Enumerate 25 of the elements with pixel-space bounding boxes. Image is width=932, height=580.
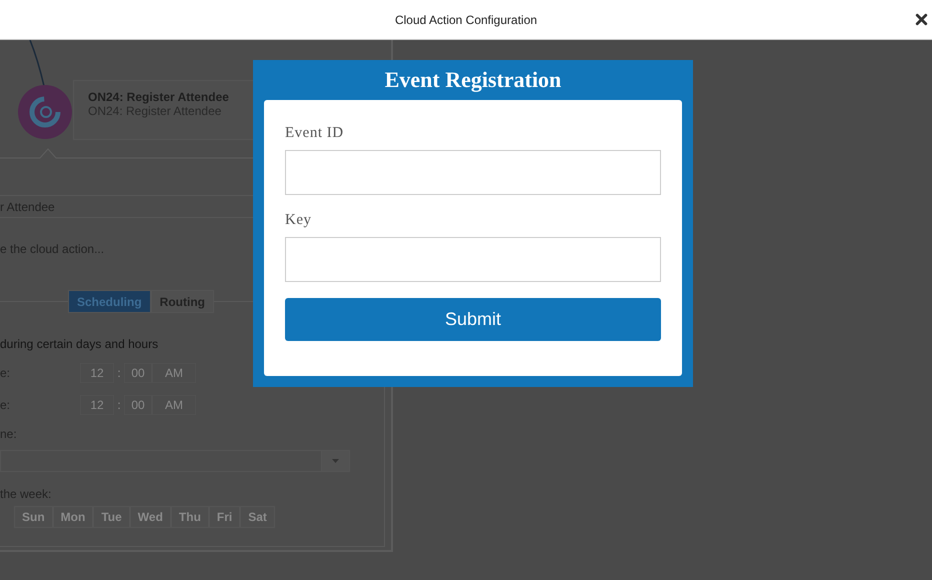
day-button[interactable]: Tue — [93, 506, 130, 528]
day-button[interactable]: Wed — [130, 506, 171, 528]
timezone-select[interactable] — [0, 450, 350, 472]
time-separator: : — [116, 398, 122, 412]
input-field[interactable] — [285, 237, 661, 282]
dropdown-button[interactable] — [321, 451, 349, 471]
minute-field[interactable]: 00 — [124, 363, 152, 383]
input-field[interactable] — [285, 150, 661, 195]
hour-field[interactable]: 12 — [80, 395, 114, 415]
field-label: Event ID — [285, 124, 345, 142]
submit-button[interactable]: Submit — [285, 298, 661, 341]
day-button[interactable]: Sun — [14, 506, 53, 528]
period-field[interactable]: AM — [152, 363, 196, 383]
window-title: Cloud Action Configuration — [394, 12, 538, 26]
day-button[interactable]: Fri — [208, 506, 240, 528]
hour-field[interactable]: 12 — [80, 363, 114, 383]
period-field[interactable]: AM — [152, 395, 196, 415]
day-button[interactable]: Thu — [170, 506, 209, 528]
schedule-label: during certain days and hours — [0, 336, 160, 352]
day-button[interactable]: Mon — [52, 506, 94, 528]
dialog-title: Event Registration — [384, 66, 562, 94]
minute-field[interactable]: 00 — [124, 395, 152, 415]
close-button[interactable] — [913, 11, 930, 28]
time-separator: : — [116, 366, 122, 380]
day-button[interactable]: Sat — [240, 506, 275, 528]
